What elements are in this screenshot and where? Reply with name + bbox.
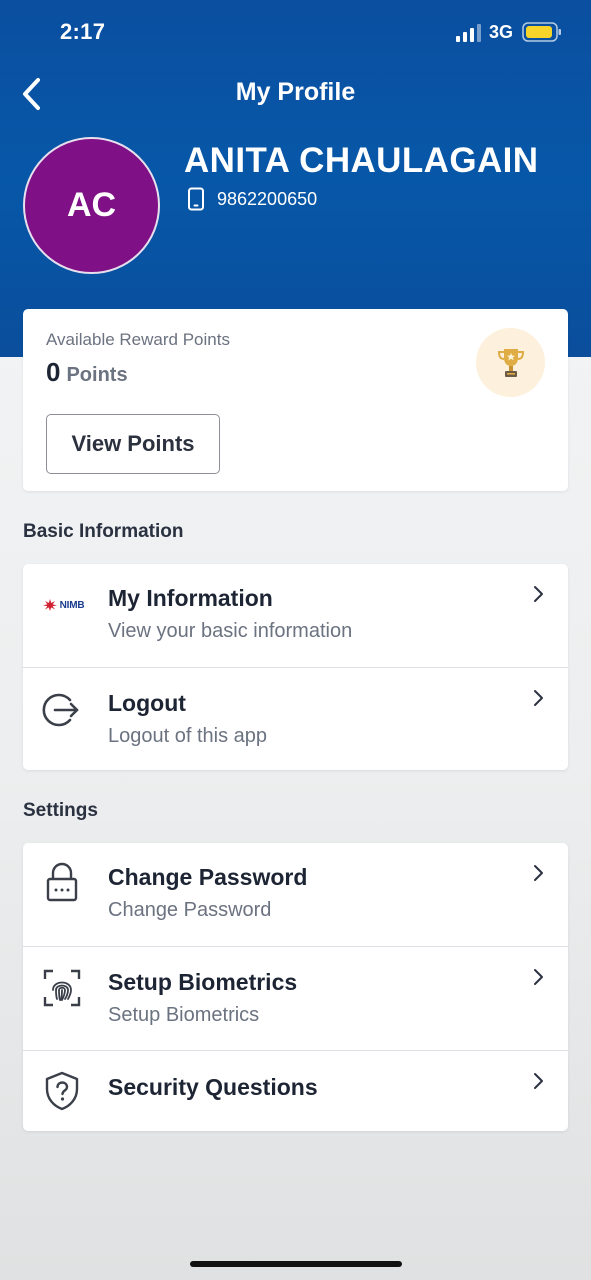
status-time: 2:17 bbox=[60, 19, 106, 44]
nimb-logo-icon: NIMB bbox=[37, 584, 89, 626]
change-password-subtitle: Change Password bbox=[108, 899, 272, 921]
security-questions-row[interactable]: Security Questions bbox=[23, 1051, 568, 1131]
basic-information-card: NIMB My Information View your basic info… bbox=[23, 564, 568, 770]
status-bar: 2:17 3G bbox=[0, 0, 591, 64]
network-type: 3G bbox=[489, 22, 514, 42]
logout-title: Logout bbox=[108, 690, 186, 716]
phone-number: 9862200650 bbox=[217, 188, 318, 209]
view-points-button[interactable]: View Points bbox=[46, 414, 220, 474]
signal-icon bbox=[456, 24, 481, 42]
fingerprint-icon bbox=[41, 967, 83, 1009]
my-information-subtitle: View your basic information bbox=[108, 620, 353, 642]
trophy-icon bbox=[497, 348, 524, 377]
security-questions-title: Security Questions bbox=[108, 1074, 318, 1100]
chevron-right-icon bbox=[534, 1073, 543, 1089]
avatar-initials: AC bbox=[66, 186, 117, 224]
lock-icon bbox=[41, 861, 83, 903]
reward-points-number: 0 bbox=[46, 357, 61, 387]
change-password-row[interactable]: Change Password Change Password bbox=[23, 843, 568, 947]
settings-card: Change Password Change Password Setup Bi… bbox=[23, 843, 568, 1131]
home-indicator[interactable] bbox=[190, 1261, 402, 1267]
mobile-phone-icon bbox=[188, 187, 204, 211]
chevron-right-icon bbox=[534, 586, 543, 602]
reward-points-label: Available Reward Points bbox=[46, 330, 230, 349]
setup-biometrics-row[interactable]: Setup Biometrics Setup Biometrics bbox=[23, 947, 568, 1051]
chevron-right-icon bbox=[534, 690, 543, 706]
my-information-row[interactable]: NIMB My Information View your basic info… bbox=[23, 564, 568, 668]
reward-points-card: Available Reward Points 0 Points View Po… bbox=[23, 309, 568, 491]
change-password-title: Change Password bbox=[108, 864, 308, 890]
chevron-right-icon bbox=[534, 865, 543, 881]
logout-subtitle: Logout of this app bbox=[108, 725, 268, 747]
reward-points-value: 0 Points bbox=[46, 357, 128, 388]
logout-row[interactable]: Logout Logout of this app bbox=[23, 668, 568, 770]
trophy-badge bbox=[476, 328, 545, 397]
user-name: ANITA CHAULAGAIN bbox=[184, 141, 539, 180]
chevron-right-icon bbox=[534, 969, 543, 985]
phone-row: 9862200650 bbox=[186, 187, 317, 211]
logout-icon bbox=[41, 689, 83, 731]
setup-biometrics-title: Setup Biometrics bbox=[108, 969, 298, 995]
avatar: AC bbox=[23, 137, 160, 274]
basic-information-heading: Basic Information bbox=[23, 521, 184, 542]
battery-icon bbox=[522, 22, 561, 42]
reward-points-unit: Points bbox=[66, 364, 128, 386]
page-title: My Profile bbox=[235, 78, 356, 106]
my-information-title: My Information bbox=[108, 585, 273, 611]
shield-question-icon bbox=[41, 1070, 83, 1112]
settings-heading: Settings bbox=[23, 800, 98, 821]
nimb-logo-text: NIMB bbox=[59, 599, 85, 611]
setup-biometrics-subtitle: Setup Biometrics bbox=[108, 1004, 260, 1026]
